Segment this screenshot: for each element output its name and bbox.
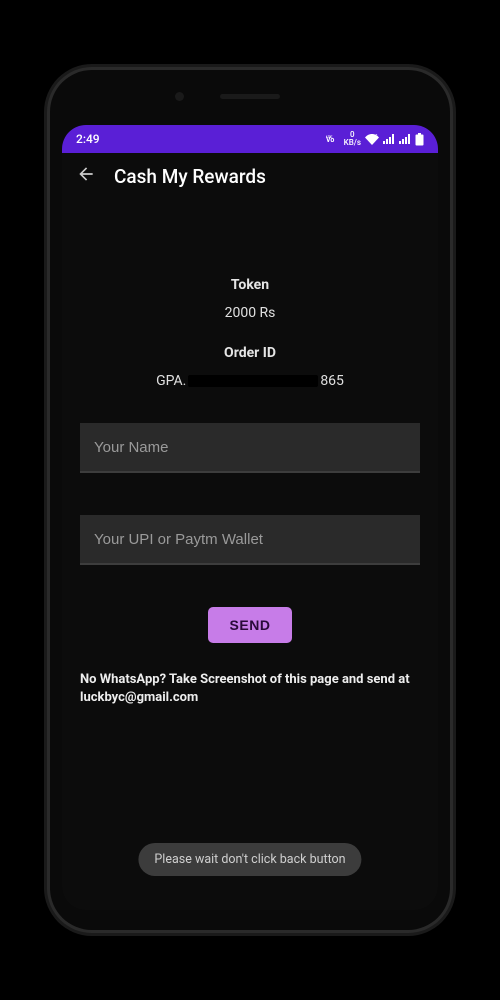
order-id-value: GPA. 865 bbox=[80, 373, 420, 389]
order-id-prefix: GPA. bbox=[156, 373, 186, 389]
phone-volume-button bbox=[452, 370, 456, 420]
toast-message: Please wait don't click back button bbox=[138, 843, 361, 876]
phone-power-button bbox=[452, 270, 456, 330]
name-input[interactable] bbox=[80, 423, 420, 473]
volte-icon: VoLTE bbox=[326, 134, 340, 144]
name-field-wrap bbox=[80, 423, 420, 473]
token-value: 2000 Rs bbox=[80, 305, 420, 321]
battery-icon bbox=[415, 133, 424, 146]
phone-speaker bbox=[220, 94, 280, 99]
help-text: No WhatsApp? Take Screenshot of this pag… bbox=[80, 671, 420, 707]
upi-input[interactable] bbox=[80, 515, 420, 565]
svg-text:LTE: LTE bbox=[326, 134, 333, 139]
main-content: Token 2000 Rs Order ID GPA. 865 SEND No … bbox=[62, 277, 438, 707]
token-label: Token bbox=[80, 277, 420, 293]
screen: 2:49 VoLTE 0 KB/s 6 Cash My Rewards Toke… bbox=[62, 125, 438, 910]
order-id-redacted bbox=[188, 375, 318, 387]
upi-field-wrap bbox=[80, 515, 420, 565]
order-id-label: Order ID bbox=[80, 345, 420, 361]
phone-frame: 2:49 VoLTE 0 KB/s 6 Cash My Rewards Toke… bbox=[50, 70, 450, 930]
wifi-icon: 6 bbox=[365, 134, 379, 145]
signal-icon-2 bbox=[399, 134, 411, 144]
back-icon[interactable] bbox=[76, 164, 96, 188]
phone-camera bbox=[175, 92, 184, 101]
order-id-suffix: 865 bbox=[320, 373, 344, 389]
page-title: Cash My Rewards bbox=[114, 165, 266, 188]
status-bar: 2:49 VoLTE 0 KB/s 6 bbox=[62, 125, 438, 153]
svg-text:6: 6 bbox=[375, 134, 378, 140]
app-bar: Cash My Rewards bbox=[62, 153, 438, 199]
status-time: 2:49 bbox=[76, 132, 100, 146]
network-speed: 0 KB/s bbox=[344, 131, 361, 147]
signal-icon-1 bbox=[383, 134, 395, 144]
status-icons: VoLTE 0 KB/s 6 bbox=[326, 131, 424, 147]
send-button[interactable]: SEND bbox=[208, 607, 293, 643]
